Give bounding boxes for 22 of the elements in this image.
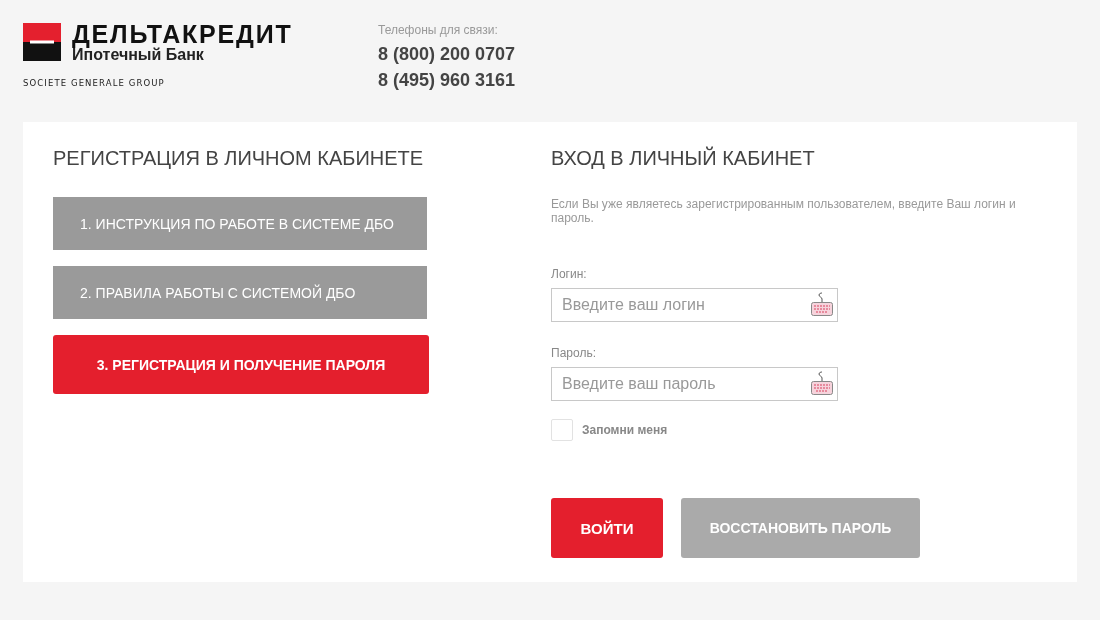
brand-name: ДЕЛЬТАКРЕДИТ xyxy=(72,22,293,46)
field-label: Логин: xyxy=(551,266,587,282)
keyboard-icon[interactable] xyxy=(811,292,833,316)
remember-label[interactable]: Запомни меня xyxy=(582,423,668,437)
field-label: Пароль: xyxy=(551,345,596,361)
step-button[interactable]: 3. РЕГИСТРАЦИЯ И ПОЛУЧЕНИЕ ПАРОЛЯ xyxy=(53,335,429,394)
input-field[interactable]: Введите ваш пароль xyxy=(551,367,838,401)
phone-number: 8 (800) 200 0707 xyxy=(378,43,516,66)
section-title: РЕГИСТРАЦИЯ В ЛИЧНОМ КАБИНЕТЕ xyxy=(53,146,425,170)
step-button[interactable]: 2. ПРАВИЛА РАБОТЫ С СИСТЕМОЙ ДБО xyxy=(53,266,427,319)
input-field[interactable]: Введите ваш логин xyxy=(551,288,838,322)
phone-number: 8 (495) 960 3161 xyxy=(378,69,516,92)
intro-text: Если Вы уже являетесь зарегистрированным пользователем, введите Ваш логин и пароль. xyxy=(551,197,1017,225)
brand-group: SOCIETE GENERALE GROUP xyxy=(23,78,165,89)
contacts-label: Телефоны для связи: xyxy=(378,23,498,37)
restore-password-button[interactable]: ВОССТАНОВИТЬ ПАРОЛЬ xyxy=(681,498,920,558)
remember-checkbox[interactable] xyxy=(551,419,573,441)
logo-icon xyxy=(23,23,61,61)
login-button[interactable]: ВОЙТИ xyxy=(551,498,663,558)
step-button[interactable]: 1. ИНСТРУКЦИЯ ПО РАБОТЕ В СИСТЕМЕ ДБО xyxy=(53,197,427,250)
keyboard-icon[interactable] xyxy=(811,371,833,395)
section-title: ВХОД В ЛИЧНЫЙ КАБИНЕТ xyxy=(551,146,815,170)
